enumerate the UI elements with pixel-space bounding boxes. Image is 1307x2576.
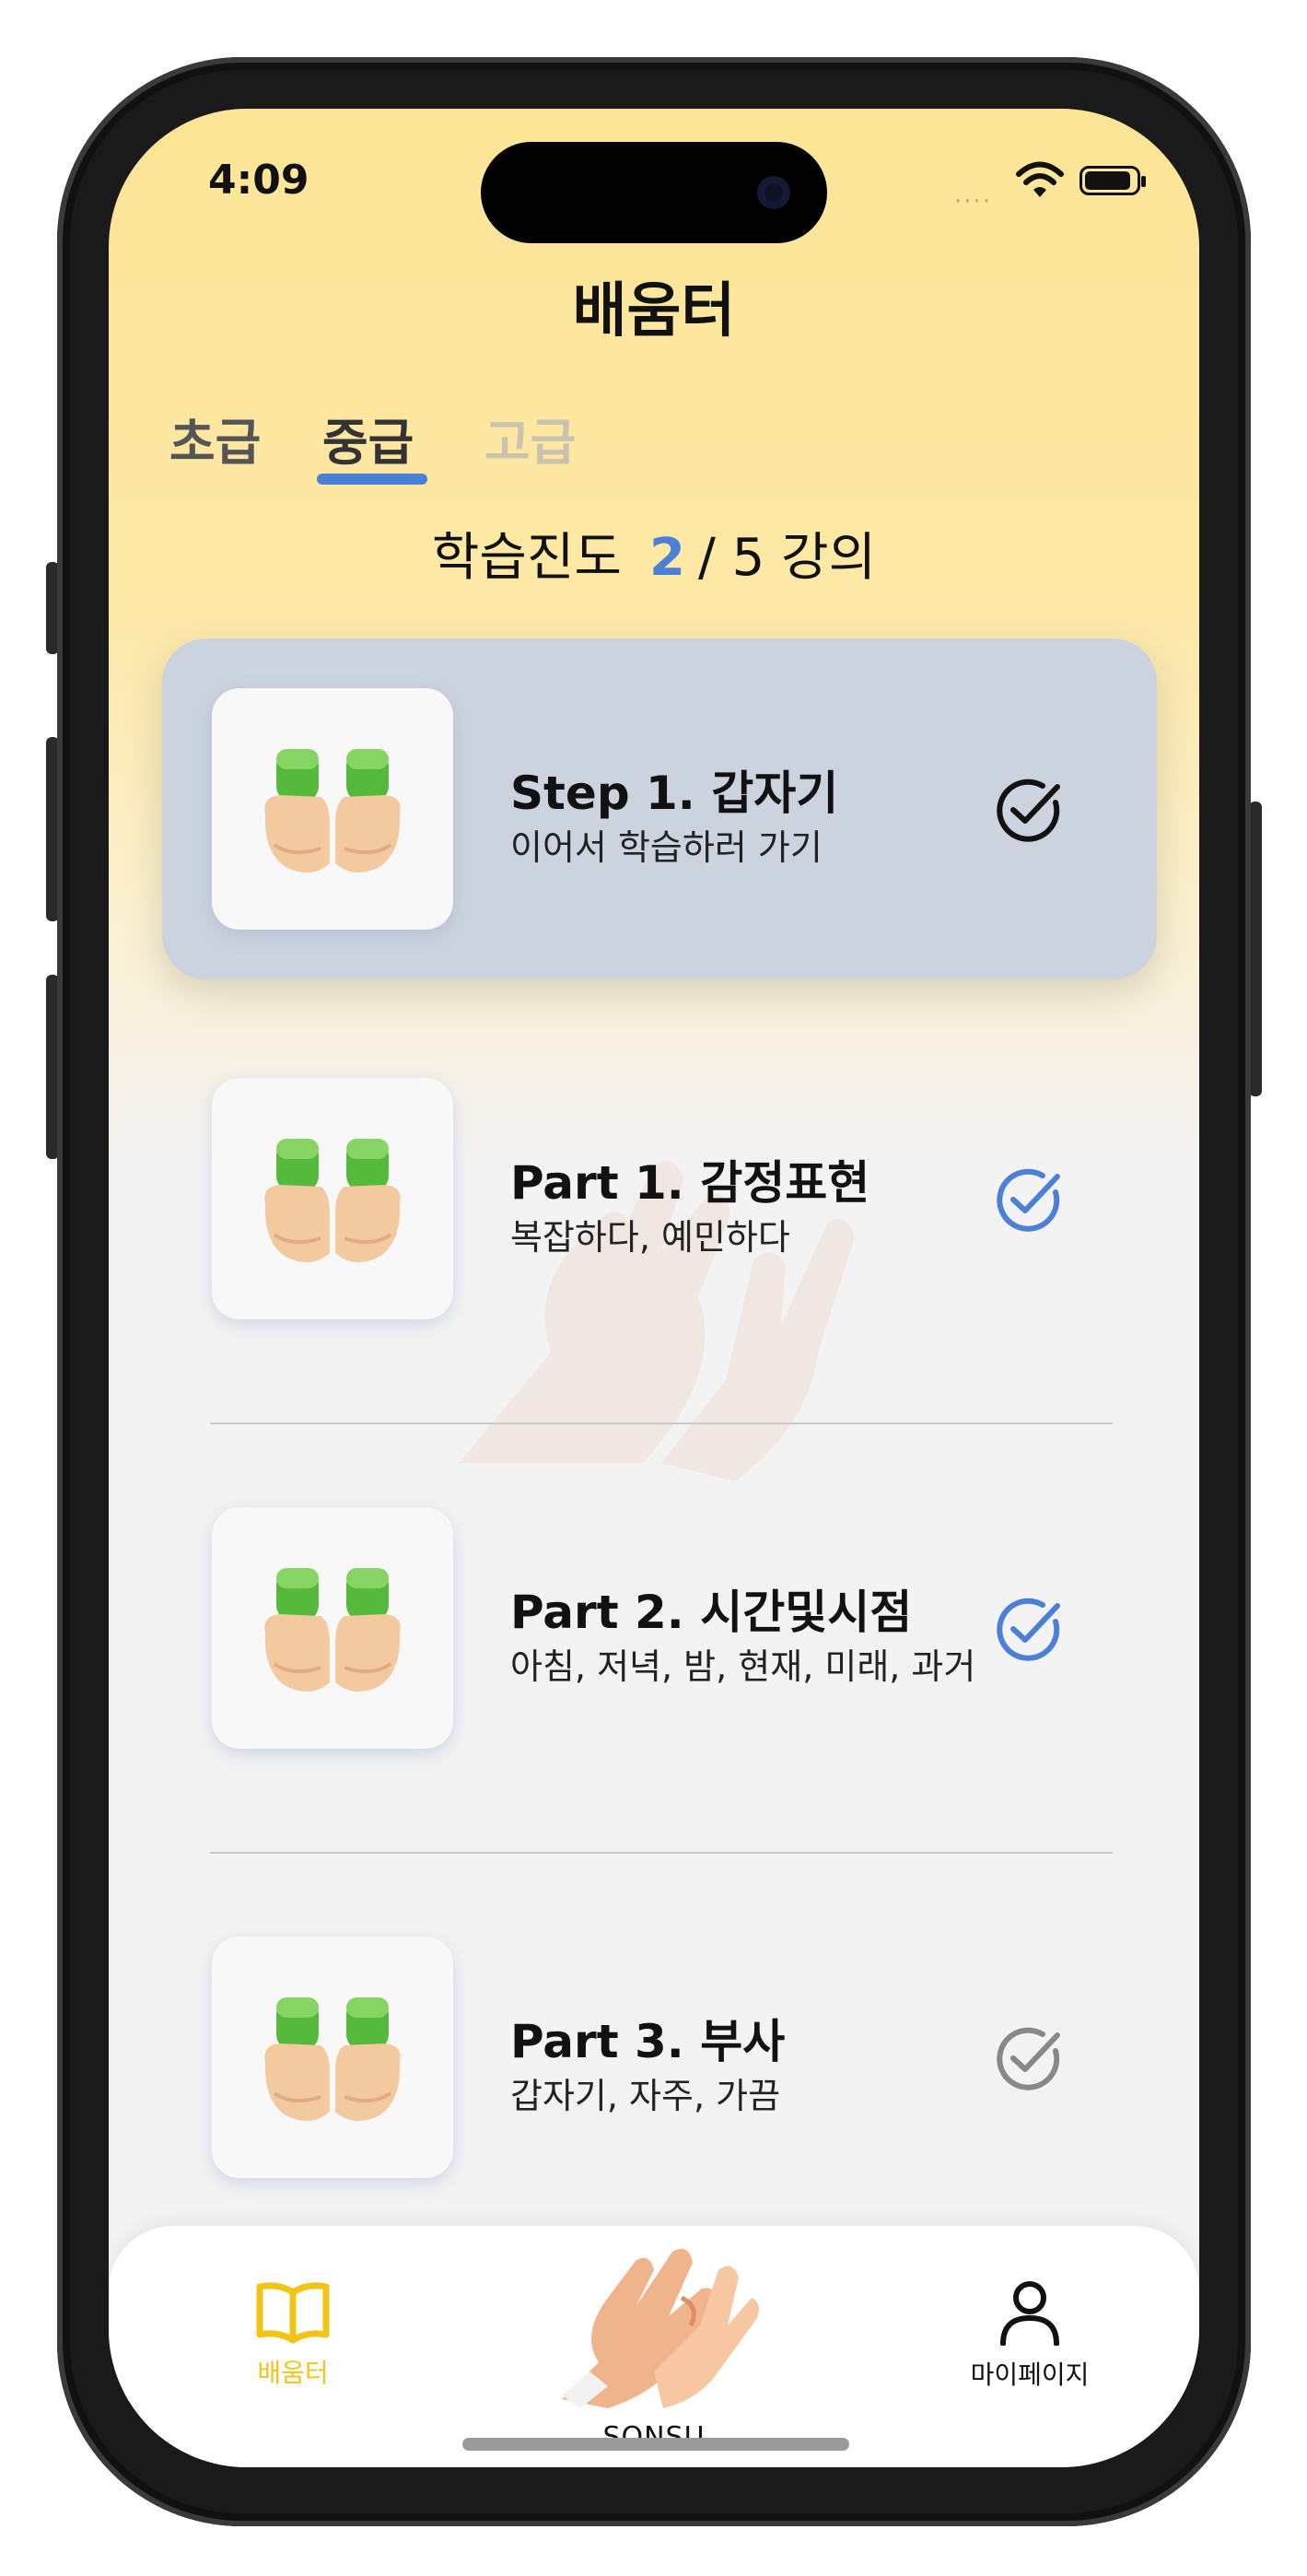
lesson-card[interactable]: Part 1. 감정표현 복잡하다, 예민하다 (162, 1028, 1157, 1369)
nav-label: 배움터 (257, 2358, 329, 2388)
check-circle-icon (997, 1598, 1060, 1661)
lesson-title: Step 1. 갑자기 (510, 767, 839, 820)
status-time: 4:09 (208, 157, 309, 204)
open-hands-icon (264, 1568, 401, 1692)
check-circle-icon (997, 2027, 1060, 2090)
lesson-card[interactable]: Part 3. 부사 갑자기, 자주, 가끔 (162, 1887, 1157, 2228)
lesson-thumbnail (212, 688, 453, 930)
power-button (1249, 802, 1262, 1096)
battery-icon (1079, 166, 1146, 195)
progress-total: 5 강의 (731, 528, 877, 588)
tab-beginner[interactable]: 초급 (169, 402, 261, 474)
page-title: 배움터 (572, 277, 736, 345)
signal-icon: ···· (954, 188, 993, 216)
progress-separator: / (697, 528, 716, 588)
divider (210, 1852, 1113, 1854)
open-hands-icon (264, 1997, 401, 2122)
lesson-subtitle: 복잡하다, 예민하다 (510, 1217, 790, 1258)
nav-label: 마이페이지 (970, 2359, 1090, 2390)
lesson-subtitle: 이어서 학습하러 가기 (510, 827, 823, 868)
nav-item-learning[interactable]: 배움터 (210, 2279, 376, 2390)
divider (210, 1423, 1113, 1424)
lesson-subtitle: 아침, 저녁, 밤, 현재, 미래, 과거 (510, 1646, 976, 1687)
lesson-title: Part 3. 부사 (510, 2015, 786, 2068)
tab-selected-indicator (317, 474, 427, 485)
bottom-nav: 배움터 SONSU 마이페이지 (109, 2226, 1199, 2467)
person-icon (1000, 2281, 1059, 2347)
learning-progress: 학습진도 2/ 5 강의 (109, 516, 1199, 591)
tab-intermediate[interactable]: 중급 (322, 402, 414, 474)
camera-icon (757, 176, 790, 209)
progress-label: 학습진도 (431, 528, 622, 588)
lesson-subtitle: 갑자기, 자주, 가끔 (510, 2076, 781, 2116)
lesson-thumbnail (212, 1937, 453, 2178)
book-icon (256, 2282, 330, 2344)
tab-advanced[interactable]: 고급 (484, 402, 576, 474)
lesson-thumbnail (212, 1078, 453, 1319)
lesson-title: Part 2. 시간및시점 (510, 1586, 913, 1639)
lesson-card[interactable]: Step 1. 갑자기 이어서 학습하러 가기 (162, 638, 1157, 979)
check-circle-icon (997, 779, 1060, 842)
lesson-thumbnail (212, 1507, 453, 1749)
wifi-icon (1016, 161, 1064, 197)
open-hands-icon (264, 1139, 401, 1263)
nav-item-sonsu[interactable]: SONSU (542, 2233, 766, 2453)
lesson-card[interactable]: Part 2. 시간및시점 아침, 저녁, 밤, 현재, 미래, 과거 (162, 1458, 1157, 1798)
open-hands-icon (264, 749, 401, 873)
home-indicator[interactable] (462, 2438, 849, 2451)
app-screen: 4:09 ···· 배움터 초급 중급 고급 학습진도 2/ 5 강의 Step … (109, 109, 1199, 2467)
nav-item-mypage[interactable]: 마이페이지 (938, 2279, 1122, 2392)
progress-current: 2 (648, 528, 685, 588)
dynamic-island (481, 142, 827, 243)
lesson-title: Part 1. 감정표현 (510, 1156, 870, 1210)
hands-logo-icon (562, 2248, 759, 2408)
check-circle-icon (997, 1168, 1060, 1232)
